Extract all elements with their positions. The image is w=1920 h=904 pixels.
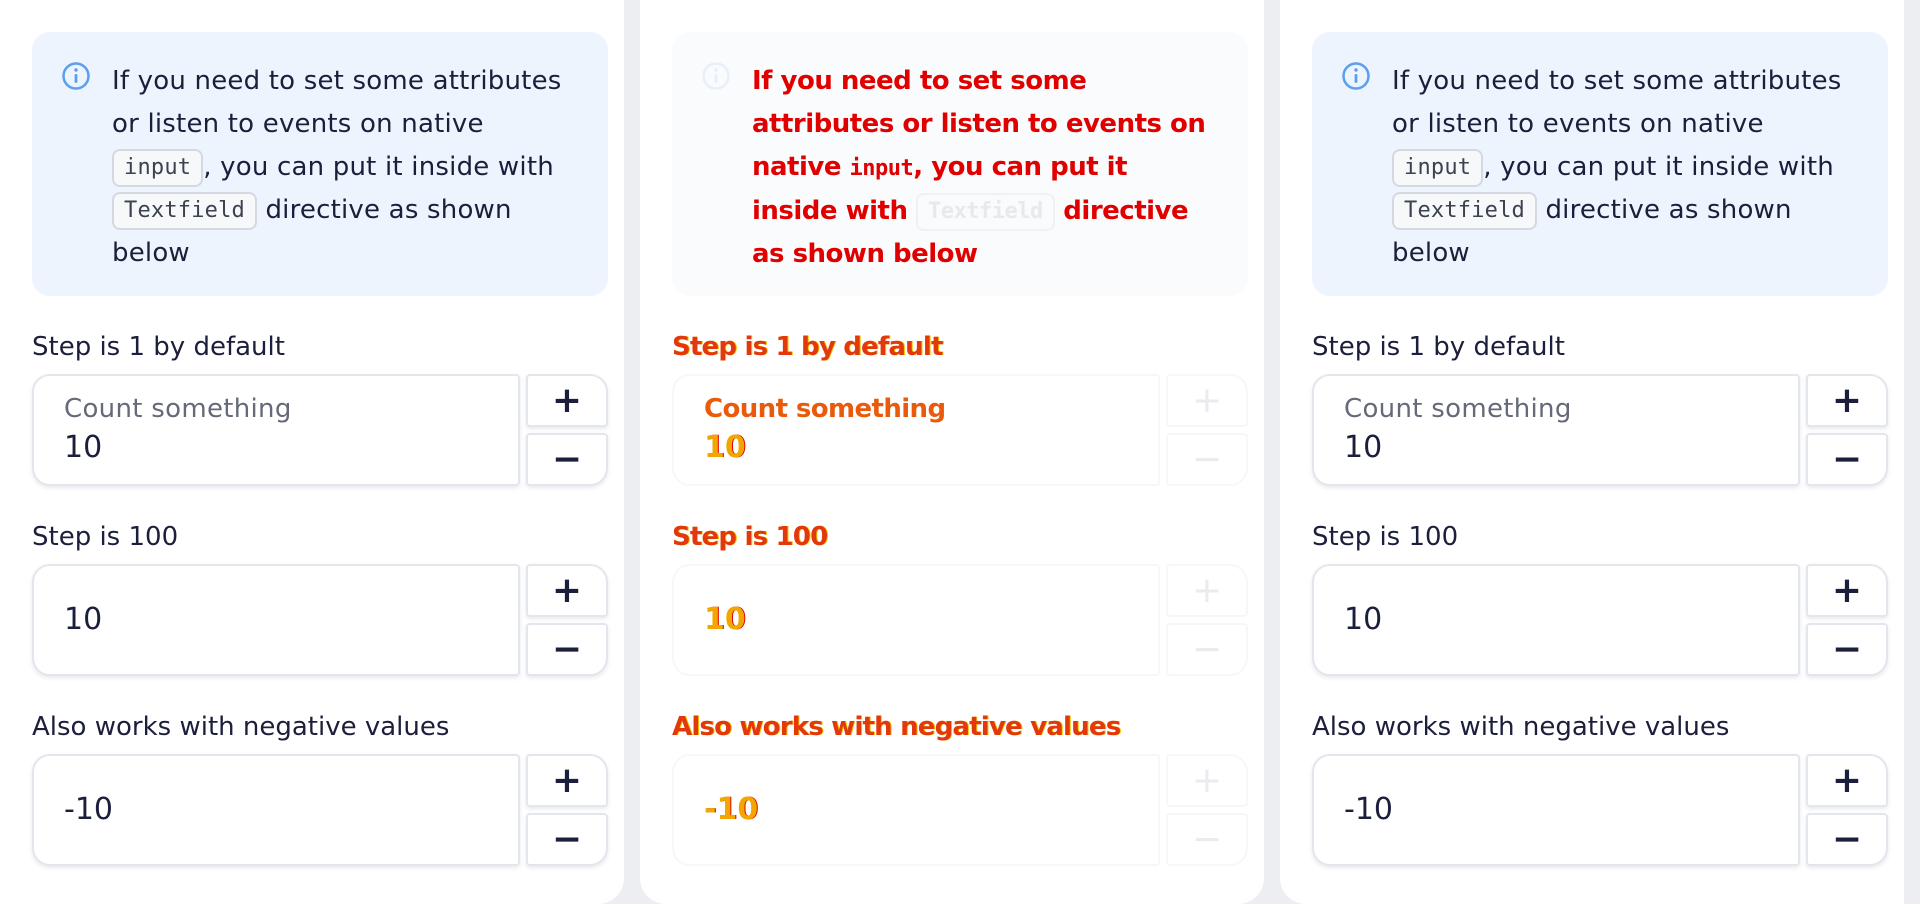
count-input[interactable]: -10: [1312, 754, 1800, 866]
decrement-button[interactable]: −: [1806, 813, 1888, 866]
code-textfield: Textfield: [1392, 191, 1538, 230]
input-count-stepper: Count something 10 + −: [672, 374, 1248, 486]
stepper-buttons: + −: [526, 374, 608, 486]
input-value[interactable]: -10: [1344, 789, 1768, 831]
decrement-button[interactable]: −: [526, 623, 608, 676]
stepper-buttons: + −: [1806, 374, 1888, 486]
input-count-stepper: -10 + −: [32, 754, 608, 866]
increment-button[interactable]: +: [526, 564, 608, 617]
count-input[interactable]: -10: [672, 754, 1160, 866]
field-label: Also works with negative values: [1312, 712, 1730, 742]
notice-text-part: If you need to set some attributes or li…: [112, 66, 562, 139]
count-input[interactable]: 10: [1312, 564, 1800, 676]
stepper-buttons: + −: [1806, 754, 1888, 866]
decrement-button[interactable]: −: [526, 433, 608, 486]
field-label: Also works with negative values: [32, 712, 450, 742]
info-notice: If you need to set some attributes or li…: [32, 32, 608, 296]
info-notice: If you need to set some attributes or li…: [1312, 32, 1888, 296]
demo-panel-left: If you need to set some attributes or li…: [0, 0, 624, 904]
demo-panel-right: If you need to set some attributes or li…: [1280, 0, 1904, 904]
input-placeholder: Count something: [704, 394, 946, 424]
increment-button[interactable]: +: [526, 374, 608, 427]
stepper-buttons: + −: [526, 754, 608, 866]
decrement-button[interactable]: −: [1166, 813, 1248, 866]
decrement-button[interactable]: −: [1806, 623, 1888, 676]
input-value[interactable]: -10: [64, 789, 488, 831]
stepper-buttons: + −: [1166, 564, 1248, 676]
code-textfield: Textfield: [916, 192, 1055, 231]
input-value[interactable]: 10: [64, 599, 488, 641]
input-placeholder: Count something: [64, 394, 292, 424]
stepper-buttons: + −: [1806, 564, 1888, 676]
input-value[interactable]: 10: [704, 599, 1128, 641]
field-label: Step is 1 by default: [1312, 332, 1565, 362]
input-count-stepper: 10 + −: [672, 564, 1248, 676]
code-input: input: [1392, 148, 1484, 187]
info-icon: [1342, 62, 1370, 90]
input-count-stepper: -10 + −: [672, 754, 1248, 866]
code-textfield: Textfield: [112, 191, 258, 230]
info-icon: [62, 62, 90, 90]
stepper-buttons: + −: [526, 564, 608, 676]
input-count-stepper: Count something 10 + −: [32, 374, 608, 486]
increment-button[interactable]: +: [1166, 564, 1248, 617]
input-count-stepper: Count something 10 + −: [1312, 374, 1888, 486]
increment-button[interactable]: +: [1166, 754, 1248, 807]
input-value[interactable]: 10: [64, 427, 488, 469]
count-input[interactable]: 10: [672, 564, 1160, 676]
info-icon: [702, 62, 730, 90]
stepper-buttons: + −: [1166, 754, 1248, 866]
field-label: Also works with negative values: [672, 712, 1121, 742]
code-input: input: [112, 148, 204, 187]
increment-button[interactable]: +: [526, 754, 608, 807]
increment-button[interactable]: +: [1806, 754, 1888, 807]
field-label: Step is 100: [1312, 522, 1459, 552]
notice-text: If you need to set some attributes or li…: [1392, 60, 1860, 275]
input-value[interactable]: 10: [1344, 427, 1768, 469]
input-count-stepper: 10 + −: [1312, 564, 1888, 676]
stepper-buttons: + −: [1166, 374, 1248, 486]
input-value[interactable]: -10: [704, 789, 1128, 831]
input-count-stepper: 10 + −: [32, 564, 608, 676]
notice-text-part: , you can put it inside with: [1483, 152, 1834, 182]
input-placeholder: Count something: [1344, 394, 1572, 424]
input-value[interactable]: 10: [1344, 599, 1768, 641]
count-input[interactable]: Count something 10: [672, 374, 1160, 486]
field-label: Step is 100: [672, 522, 828, 552]
field-label: Step is 1 by default: [672, 332, 943, 362]
notice-text-part: If you need to set some attributes or li…: [1392, 66, 1842, 139]
decrement-button[interactable]: −: [1166, 433, 1248, 486]
info-notice: If you need to set some attributes or li…: [672, 32, 1248, 296]
count-input[interactable]: -10: [32, 754, 520, 866]
input-count-stepper: -10 + −: [1312, 754, 1888, 866]
count-input[interactable]: Count something 10: [1312, 374, 1800, 486]
decrement-button[interactable]: −: [526, 813, 608, 866]
demo-panel-middle: If you need to set some attributes or li…: [640, 0, 1264, 904]
increment-button[interactable]: +: [1166, 374, 1248, 427]
field-label: Step is 100: [32, 522, 179, 552]
code-input: input: [849, 156, 914, 181]
notice-text: If you need to set some attributes or li…: [752, 60, 1220, 276]
increment-button[interactable]: +: [1806, 564, 1888, 617]
increment-button[interactable]: +: [1806, 374, 1888, 427]
field-label: Step is 1 by default: [32, 332, 285, 362]
count-input[interactable]: Count something 10: [32, 374, 520, 486]
notice-text-part: , you can put it inside with: [203, 152, 554, 182]
notice-text: If you need to set some attributes or li…: [112, 60, 580, 275]
decrement-button[interactable]: −: [1166, 623, 1248, 676]
count-input[interactable]: 10: [32, 564, 520, 676]
decrement-button[interactable]: −: [1806, 433, 1888, 486]
input-value[interactable]: 10: [704, 427, 1128, 469]
